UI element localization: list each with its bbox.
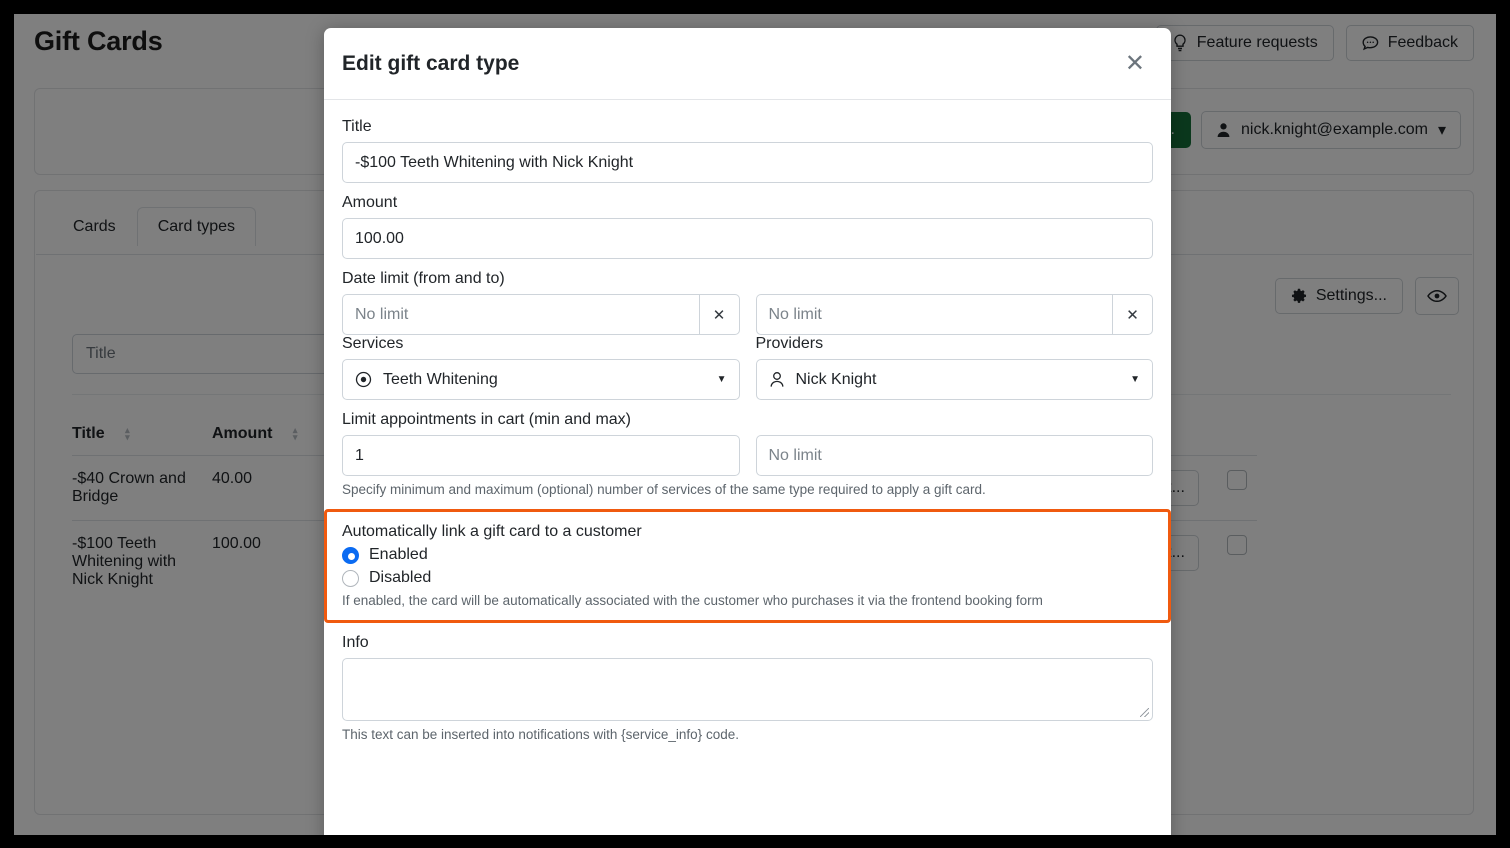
dialog-title: Edit gift card type bbox=[342, 51, 520, 75]
date-limit-label: Date limit (from and to) bbox=[342, 270, 505, 287]
date-from-input[interactable]: No limit bbox=[342, 294, 699, 335]
auto-link-enabled-label: Enabled bbox=[369, 546, 428, 563]
limit-min-input[interactable]: 1 bbox=[342, 435, 740, 476]
amount-label: Amount bbox=[342, 194, 398, 211]
edit-gift-card-type-dialog: Edit gift card type ✕ Title -$100 Teeth … bbox=[324, 28, 1171, 835]
title-input[interactable]: -$100 Teeth Whitening with Nick Knight bbox=[342, 142, 1153, 183]
chevron-down-icon: ▼ bbox=[1130, 374, 1140, 385]
limit-appointments-label: Limit appointments in cart (min and max) bbox=[342, 411, 631, 428]
dialog-body: Title -$100 Teeth Whitening with Nick Kn… bbox=[324, 100, 1171, 742]
limit-max-input[interactable]: No limit bbox=[755, 435, 1153, 476]
clear-x-icon[interactable]: ✕ bbox=[698, 294, 740, 335]
person-icon bbox=[769, 371, 785, 388]
limit-appointments-row: 1 No limit bbox=[342, 435, 1153, 476]
date-to-group: No limit ✕ bbox=[755, 294, 1153, 335]
limit-max-placeholder: No limit bbox=[768, 446, 822, 464]
date-limit-row: No limit ✕ No limit ✕ bbox=[342, 294, 1153, 335]
close-icon[interactable]: ✕ bbox=[1117, 48, 1153, 80]
chevron-down-icon: ▼ bbox=[716, 374, 727, 385]
limit-min-value: 1 bbox=[355, 446, 364, 464]
date-from-placeholder: No limit bbox=[355, 305, 409, 323]
amount-input-value: 100.00 bbox=[355, 229, 404, 247]
clear-x-icon[interactable]: ✕ bbox=[1112, 294, 1153, 335]
auto-link-hint: If enabled, the card will be automatical… bbox=[342, 593, 1043, 608]
info-hint: This text can be inserted into notificat… bbox=[342, 727, 739, 742]
circle-dot-icon bbox=[355, 371, 372, 388]
radio-enabled-icon[interactable] bbox=[342, 546, 359, 564]
providers-select[interactable]: Nick Knight ▼ bbox=[755, 359, 1153, 400]
radio-disabled-icon[interactable] bbox=[342, 569, 359, 587]
providers-value: Nick Knight bbox=[795, 370, 877, 388]
services-providers-labels: Services Providers bbox=[342, 335, 1153, 359]
app-frame: Gift Cards Feature requests bbox=[14, 14, 1496, 835]
date-from-group: No limit ✕ bbox=[342, 294, 740, 335]
auto-link-title: Automatically link a gift card to a cust… bbox=[342, 523, 642, 540]
dialog-header: Edit gift card type ✕ bbox=[324, 28, 1171, 100]
services-providers-row: Teeth Whitening ▼ Nick Knight ▼ bbox=[342, 359, 1153, 400]
title-label: Title bbox=[342, 118, 372, 135]
info-textarea[interactable] bbox=[342, 658, 1153, 721]
title-input-value: -$100 Teeth Whitening with Nick Knight bbox=[355, 153, 634, 171]
auto-link-highlight-box: Automatically link a gift card to a cust… bbox=[324, 509, 1171, 623]
providers-label: Providers bbox=[755, 335, 824, 352]
limit-hint: Specify minimum and maximum (optional) n… bbox=[342, 482, 986, 497]
date-to-input[interactable]: No limit bbox=[755, 294, 1112, 335]
info-label: Info bbox=[342, 634, 369, 651]
services-label: Services bbox=[342, 335, 404, 352]
amount-input[interactable]: 100.00 bbox=[342, 218, 1153, 259]
auto-link-option-disabled[interactable]: Disabled bbox=[342, 569, 1153, 587]
services-select[interactable]: Teeth Whitening ▼ bbox=[342, 359, 740, 400]
date-to-placeholder: No limit bbox=[768, 305, 822, 323]
auto-link-disabled-label: Disabled bbox=[369, 569, 432, 586]
services-value: Teeth Whitening bbox=[383, 370, 498, 388]
auto-link-option-enabled[interactable]: Enabled bbox=[342, 546, 1153, 564]
